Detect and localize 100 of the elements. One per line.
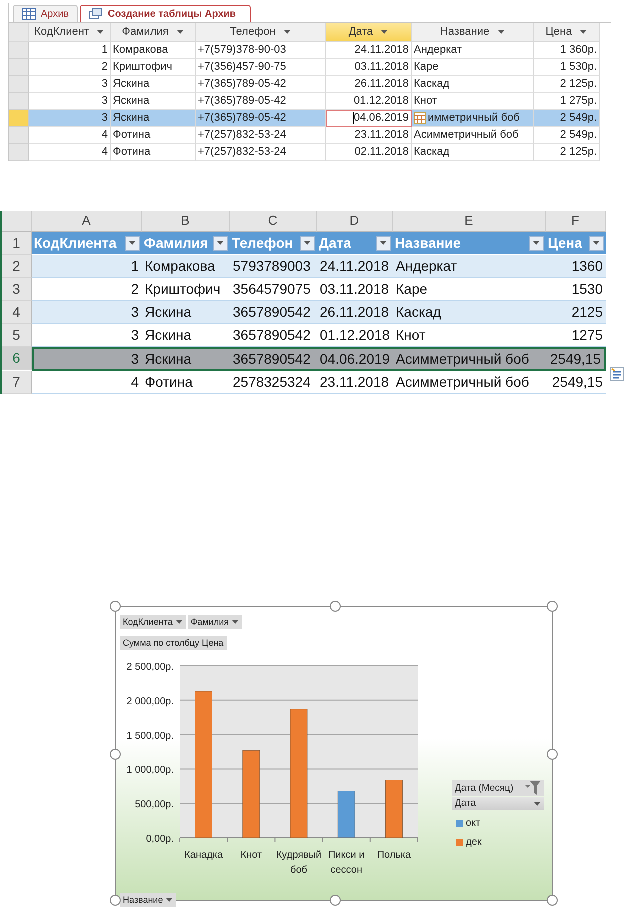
- table-header-cell: КодКлиента: [34, 235, 117, 251]
- legend-field-button[interactable]: Дата: [452, 797, 544, 810]
- resize-handle[interactable]: [547, 895, 558, 906]
- filter-dropdown-button[interactable]: [376, 236, 391, 250]
- table-cell: Яскина: [111, 76, 196, 93]
- legend-field-button[interactable]: Дата (Месяц): [452, 780, 544, 796]
- table-cell: 3: [32, 301, 142, 324]
- resize-handle[interactable]: [547, 601, 558, 612]
- resize-handle[interactable]: [330, 601, 341, 612]
- table-cell: Комракова: [142, 255, 230, 278]
- dropdown-arrow-icon: [534, 802, 541, 806]
- filter-icon: [525, 781, 541, 795]
- row-header[interactable]: 1: [2, 232, 32, 255]
- column-header[interactable]: E: [393, 211, 546, 232]
- table-cell: Асимметричный боб: [393, 347, 546, 371]
- table-cell: Комракова: [111, 42, 196, 59]
- category-label: Пикси и сессон: [328, 850, 365, 876]
- table-cell: Криштофич: [111, 59, 196, 76]
- column-header[interactable]: C: [230, 211, 317, 232]
- axis-tick-label: 1 000,00р.: [126, 765, 174, 776]
- column-header[interactable]: A: [32, 211, 142, 232]
- table-cell: +7(257)832-53-24: [196, 127, 326, 144]
- field-button[interactable]: КодКлиента: [120, 615, 186, 629]
- document-tab[interactable]: Создание таблицы Архив: [80, 5, 252, 22]
- field-button[interactable]: Название: [120, 893, 176, 907]
- column-header[interactable]: Фамилия: [111, 23, 196, 42]
- resize-handle[interactable]: [110, 601, 121, 612]
- table-cell: +7(365)789-05-42: [196, 76, 326, 93]
- dropdown-arrow-icon: [284, 30, 291, 34]
- table-cell: 4: [29, 144, 111, 161]
- table-cell: Андеркат: [393, 255, 546, 278]
- row-header[interactable]: 4: [2, 301, 32, 324]
- dropdown-arrow-icon: [176, 620, 183, 624]
- column-header[interactable]: Цена: [534, 23, 600, 42]
- dropdown-arrow-icon: [176, 30, 184, 34]
- axis-tick-label: 1 500,00р.: [126, 730, 174, 742]
- column-header[interactable]: Название: [412, 23, 534, 42]
- table-cell: Каре: [412, 59, 534, 76]
- table-cell: Каскад: [412, 144, 534, 161]
- column-header[interactable]: F: [546, 211, 606, 232]
- filter-dropdown-button[interactable]: [589, 236, 604, 250]
- filter-dropdown-button[interactable]: [125, 236, 140, 250]
- row-header[interactable]: 5: [2, 324, 32, 347]
- filter-dropdown-button[interactable]: [529, 236, 544, 250]
- column-header[interactable]: B: [142, 211, 230, 232]
- table-cell: +7(257)832-53-24: [196, 144, 326, 161]
- dropdown-arrow-icon: [166, 898, 174, 902]
- table-cell: 3657890542: [230, 347, 317, 371]
- document-tab[interactable]: Архив: [13, 5, 78, 22]
- table-cell: +7(356)457-90-75: [196, 59, 326, 76]
- calendar-icon: [414, 112, 426, 124]
- dropdown-arrow-icon: [129, 241, 136, 245]
- table-cell: Асимметричный боб: [412, 127, 534, 144]
- resize-handle[interactable]: [547, 749, 558, 760]
- resize-handle[interactable]: [330, 895, 341, 906]
- table-cell: 1: [32, 255, 142, 278]
- table-cell: 03.11.2018: [326, 59, 412, 76]
- table-header-cell: Название: [395, 235, 462, 251]
- table-cell: Андеркат: [412, 42, 534, 59]
- dropdown-arrow-icon: [380, 241, 387, 245]
- table-header-cell: Дата: [319, 235, 352, 251]
- dropdown-arrow-icon: [232, 620, 240, 624]
- category-label: Полька: [377, 850, 412, 861]
- column-header[interactable]: Дата: [326, 23, 412, 42]
- table-cell: Каскад: [393, 301, 546, 324]
- table-cell: 2549,15: [546, 347, 606, 371]
- table-cell: Фотина: [111, 144, 196, 161]
- table-cell: 24.11.2018: [317, 255, 393, 278]
- dropdown-arrow-icon: [217, 241, 224, 245]
- category-label: Канадка: [184, 850, 224, 861]
- legend-label: дек: [466, 837, 482, 848]
- axis-tick-label: 500,00р.: [135, 800, 174, 811]
- dropdown-arrow-icon: [593, 241, 600, 245]
- table-cell: 1 360р.: [534, 42, 600, 59]
- resize-handle[interactable]: [110, 749, 121, 760]
- field-button[interactable]: Фамилия: [188, 615, 242, 629]
- resize-handle[interactable]: [110, 895, 121, 906]
- field-button[interactable]: Сумма по столбцу Цена: [120, 636, 227, 650]
- table-cell: 04.06.2019: [317, 347, 393, 371]
- table-cell: 02.11.2018: [326, 144, 412, 161]
- filter-dropdown-button[interactable]: [300, 236, 315, 250]
- query-icon: [89, 8, 104, 20]
- quick-analysis-icon: [610, 367, 624, 381]
- column-header[interactable]: КодКлиент: [29, 23, 111, 42]
- table-cell: Яскина: [142, 301, 230, 324]
- row-header[interactable]: 6: [2, 347, 32, 370]
- table-cell: 3: [32, 347, 142, 371]
- table-cell: Каскад: [412, 76, 534, 93]
- row-header[interactable]: 2: [2, 255, 32, 278]
- table-header-cell: Фамилия: [144, 235, 208, 251]
- table-cell: Яскина: [111, 110, 196, 127]
- table-cell: 2 549р.: [534, 127, 600, 144]
- column-header[interactable]: Телефон: [196, 23, 326, 42]
- row-header[interactable]: 3: [2, 278, 32, 301]
- table-cell: 2: [29, 59, 111, 76]
- column-header[interactable]: D: [317, 211, 393, 232]
- filter-dropdown-button[interactable]: [213, 236, 228, 250]
- table-cell: Яскина: [142, 347, 230, 371]
- table-cell: 2 125р.: [534, 76, 600, 93]
- row-header[interactable]: 7: [2, 371, 32, 394]
